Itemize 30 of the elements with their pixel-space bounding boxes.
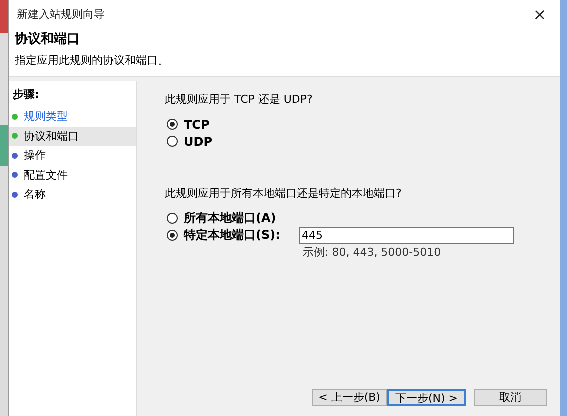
step-item[interactable]: 规则类型 xyxy=(9,107,136,126)
question-text: 此规则应用于所有本地端口还是特定的本地端口? xyxy=(165,186,403,201)
radio-label[interactable]: 特定本地端口(S): xyxy=(184,227,280,244)
steps-heading: 步骤: xyxy=(12,87,40,103)
radio-button[interactable] xyxy=(167,136,178,147)
radio-label[interactable]: TCP xyxy=(184,118,210,132)
step-label[interactable]: 名称 xyxy=(24,187,46,202)
question-text: 此规则应用于 TCP 还是 UDP? xyxy=(165,92,314,107)
step-label[interactable]: 规则类型 xyxy=(24,109,68,124)
step-item[interactable]: 协议和端口 xyxy=(9,126,136,146)
step-item[interactable]: 操作 xyxy=(9,146,136,166)
wizard-button[interactable]: 下一步(N) > xyxy=(387,389,466,406)
wizard-button[interactable]: 取消 xyxy=(474,389,547,406)
radio-button[interactable] xyxy=(167,119,178,130)
step-item[interactable]: 配置文件 xyxy=(9,166,136,185)
step-item[interactable]: 名称 xyxy=(9,185,136,204)
close-icon[interactable]: × xyxy=(520,4,560,24)
step-label[interactable]: 配置文件 xyxy=(24,168,68,183)
wizard-button[interactable]: < 上一步(B) xyxy=(312,389,388,406)
radio-button[interactable] xyxy=(167,230,178,241)
radio-label[interactable]: UDP xyxy=(184,134,212,148)
page-title: 协议和端口 xyxy=(15,30,81,48)
radio-label[interactable]: 所有本地端口(A) xyxy=(184,210,276,227)
page-subtitle: 指定应用此规则的协议和端口。 xyxy=(15,53,170,68)
step-label[interactable]: 操作 xyxy=(24,148,46,164)
example-hint: 示例: 80, 443, 5000-5010 xyxy=(303,245,442,260)
window-title: 新建入站规则向导 xyxy=(17,6,106,22)
step-label[interactable]: 协议和端口 xyxy=(24,128,79,144)
port-input-field[interactable]: 445 xyxy=(299,227,514,244)
radio-button[interactable] xyxy=(167,213,178,224)
